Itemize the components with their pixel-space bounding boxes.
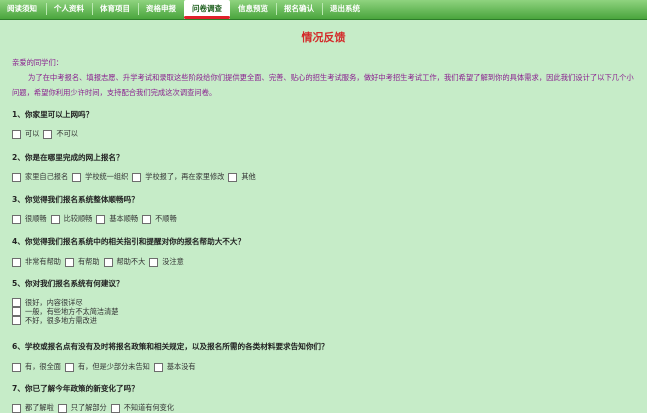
greeting: 亲爱的同学们： xyxy=(12,58,64,67)
option-label: 非常有帮助 xyxy=(25,257,61,266)
checkbox[interactable] xyxy=(103,257,113,267)
checkbox[interactable] xyxy=(228,172,238,182)
option[interactable]: 不顺畅 xyxy=(142,214,177,224)
nav-item-confirm[interactable]: 报名确认 xyxy=(280,0,318,19)
option-label: 不可以 xyxy=(56,129,78,138)
checkbox[interactable] xyxy=(64,362,74,372)
option-label: 都了解啦 xyxy=(25,403,54,412)
option[interactable]: 不好，很多地方需改进 xyxy=(12,316,118,325)
question-2-options: 家里自己报名 学校统一组织 学校报了，再在家里修改 其他 xyxy=(12,172,260,182)
nav-separator xyxy=(46,3,47,15)
option-label: 只了解部分 xyxy=(70,403,107,412)
option[interactable]: 学校报了，再在家里修改 xyxy=(132,172,224,182)
checkbox[interactable] xyxy=(149,257,159,267)
option-label: 不好，很多地方需改进 xyxy=(25,315,97,325)
checkbox[interactable] xyxy=(153,362,163,372)
option[interactable]: 学校统一组织 xyxy=(72,172,128,182)
question-7: 7、你已了解今年政策的新变化了吗？ xyxy=(12,384,139,393)
option[interactable]: 不知道有何变化 xyxy=(110,403,175,413)
option-label: 有帮助 xyxy=(77,257,100,266)
option[interactable]: 只了解部分 xyxy=(57,403,107,413)
checkbox[interactable] xyxy=(110,403,120,413)
checkbox[interactable] xyxy=(72,172,82,182)
nav-item-qualification[interactable]: 资格申报 xyxy=(142,0,180,19)
checkbox[interactable] xyxy=(142,214,152,224)
checkbox[interactable] xyxy=(50,214,60,224)
checkbox[interactable] xyxy=(12,316,21,325)
option[interactable]: 基本没有 xyxy=(153,362,196,372)
checkbox[interactable] xyxy=(12,129,21,139)
option[interactable]: 比较顺畅 xyxy=(50,214,93,224)
checkbox[interactable] xyxy=(43,129,53,139)
nav-item-sports[interactable]: 体育项目 xyxy=(96,0,134,19)
option-label: 很顺畅 xyxy=(25,214,47,223)
question-2: 2、你是在哪里完成的网上报名？ xyxy=(12,153,124,162)
checkbox[interactable] xyxy=(12,214,21,224)
option-label: 有，很全面 xyxy=(25,362,61,371)
option[interactable]: 可以 xyxy=(12,129,39,139)
option[interactable]: 其他 xyxy=(228,172,256,182)
nav-separator xyxy=(138,3,139,15)
checkbox[interactable] xyxy=(132,172,142,182)
option-label: 基本没有 xyxy=(166,362,196,371)
option[interactable]: 帮助不大 xyxy=(103,257,146,267)
option-label: 不知道有何变化 xyxy=(123,403,175,412)
option[interactable]: 基本顺畅 xyxy=(96,214,138,224)
option-label: 帮助不大 xyxy=(116,257,146,266)
option[interactable]: 没注意 xyxy=(149,257,184,267)
intro-paragraph: 为了在中考报名、填报志愿、升学考试和录取这些阶段给你们提供更全面、完善、贴心的招… xyxy=(12,73,634,97)
option[interactable]: 很顺畅 xyxy=(12,214,47,224)
question-3: 3、你觉得我们报名系统整体顺畅吗？ xyxy=(12,195,139,204)
option[interactable]: 有帮助 xyxy=(64,257,100,267)
checkbox[interactable] xyxy=(12,298,21,307)
option-label: 家里自己报名 xyxy=(25,172,69,181)
option-label: 学校报了，再在家里修改 xyxy=(145,172,225,181)
option[interactable]: 都了解啦 xyxy=(12,403,54,413)
question-1: 1、你家里可以上网吗？ xyxy=(12,110,94,119)
option[interactable]: 有，但是少部分未告知 xyxy=(64,362,150,372)
checkbox[interactable] xyxy=(12,172,21,182)
question-4-options: 非常有帮助 有帮助 帮助不大 没注意 xyxy=(12,257,188,267)
question-4: 4、你觉得我们报名系统中的相关指引和提醒对你的报名帮助大不大？ xyxy=(12,237,246,246)
option[interactable]: 家里自己报名 xyxy=(12,172,68,182)
active-tab-indicator xyxy=(184,16,230,19)
checkbox[interactable] xyxy=(12,403,21,413)
option-label: 其他 xyxy=(241,172,256,181)
option-label: 学校统一组织 xyxy=(85,172,129,181)
option[interactable]: 有，很全面 xyxy=(12,362,61,372)
checkbox[interactable] xyxy=(12,257,21,267)
top-nav-bar: 阅读须知 个人资料 体育项目 资格申报 问卷调查 信息预览 报名确认 退出系统 xyxy=(0,0,647,20)
question-1-options: 可以 不可以 xyxy=(12,129,82,139)
nav-item-logout[interactable]: 退出系统 xyxy=(326,0,364,19)
checkbox[interactable] xyxy=(96,214,106,224)
question-5: 5、你对我们报名系统有何建议？ xyxy=(12,279,124,288)
checkbox[interactable] xyxy=(64,257,74,267)
option-label: 有，但是少部分未告知 xyxy=(77,362,150,371)
question-6-options: 有，很全面 有，但是少部分未告知 基本没有 xyxy=(12,362,200,372)
nav-item-reading-notice[interactable]: 阅读须知 xyxy=(3,0,41,19)
nav-item-personal-info[interactable]: 个人资料 xyxy=(50,0,88,19)
nav-separator xyxy=(322,3,323,15)
checkbox[interactable] xyxy=(12,307,21,316)
nav-separator xyxy=(92,3,93,15)
option-label: 比较顺畅 xyxy=(63,214,93,223)
option[interactable]: 不可以 xyxy=(43,129,78,139)
question-6: 6、学校或报名点有没有及时将报名政策和相关规定，以及报名所需的各类材料要求告知你… xyxy=(12,342,329,351)
checkbox[interactable] xyxy=(57,403,67,413)
question-3-options: 很顺畅 比较顺畅 基本顺畅 不顺畅 xyxy=(12,214,181,224)
intro-text: 亲爱的同学们： 为了在中考报名、填报志愿、升学考试和录取这些阶段给你们提供更全面… xyxy=(12,55,640,100)
page-title: 情况反馈 xyxy=(301,31,346,44)
question-7-options: 都了解啦 只了解部分 不知道有何变化 xyxy=(12,403,178,413)
option-label: 不顺畅 xyxy=(155,214,177,223)
option-label: 基本顺畅 xyxy=(109,214,139,223)
nav-separator xyxy=(276,3,277,15)
nav-item-preview[interactable]: 信息预览 xyxy=(234,0,272,19)
option[interactable]: 非常有帮助 xyxy=(12,257,61,267)
checkbox[interactable] xyxy=(12,362,21,372)
question-5-options: 很好，内容很详尽 一般，有些地方不太简洁清楚 不好，很多地方需改进 xyxy=(12,298,118,325)
option-label: 可以 xyxy=(25,129,40,138)
option-label: 没注意 xyxy=(162,257,184,266)
